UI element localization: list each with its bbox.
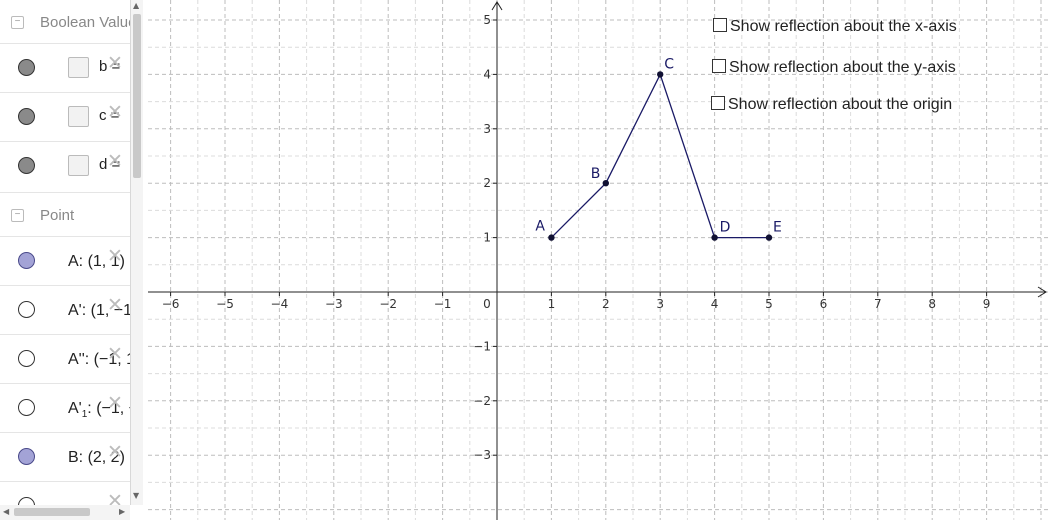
point-B[interactable] (602, 180, 609, 187)
visibility-toggle[interactable] (18, 301, 35, 318)
visibility-toggle[interactable] (18, 252, 35, 269)
scroll-up-icon[interactable]: ▲ (133, 1, 139, 10)
x-tick-label: 2 (602, 297, 610, 311)
point-label-C: C (664, 56, 674, 72)
checkbox-box[interactable] (713, 18, 727, 32)
y-tick-label: 4 (483, 67, 491, 81)
point-label-B: B (591, 166, 601, 182)
group-header-point[interactable]: − Point (0, 192, 130, 239)
list-item[interactable]: b = ✕ (0, 43, 130, 92)
point-D[interactable] (711, 234, 718, 241)
reflect-y-checkbox[interactable]: Show reflection about the y-axis (712, 59, 956, 77)
visibility-toggle[interactable] (18, 157, 35, 174)
x-tick-label: 4 (711, 297, 719, 311)
scroll-down-icon[interactable]: ▼ (133, 491, 139, 500)
y-tick-label: −1 (473, 339, 491, 353)
vertical-scrollbar[interactable]: ▲ ▼ (131, 0, 143, 505)
x-tick-label: 6 (820, 297, 828, 311)
reflect-origin-checkbox[interactable]: Show reflection about the origin (711, 96, 952, 114)
point-label-E: E (773, 220, 782, 236)
x-tick-label: 1 (548, 297, 556, 311)
scroll-right-icon[interactable]: ▶ (119, 507, 125, 516)
list-item[interactable]: ✕ (0, 481, 130, 505)
y-tick-label: 2 (483, 176, 491, 190)
list-item[interactable]: B: (2, 2) ✕ (0, 432, 130, 481)
x-tick-label: −4 (271, 297, 289, 311)
collapse-icon[interactable]: − (11, 209, 24, 222)
x-tick-label: −3 (325, 297, 343, 311)
x-tick-label: −2 (379, 297, 397, 311)
point-label-A: A (535, 219, 545, 235)
x-tick-label: 8 (928, 297, 936, 311)
visibility-toggle[interactable] (18, 497, 35, 505)
collapse-icon[interactable]: − (11, 16, 24, 29)
y-tick-label: −3 (473, 448, 491, 462)
x-tick-label: 3 (656, 297, 664, 311)
scroll-thumb[interactable] (133, 14, 141, 178)
boolean-checkbox[interactable] (68, 57, 89, 78)
visibility-toggle[interactable] (18, 448, 35, 465)
boolean-checkbox[interactable] (68, 106, 89, 127)
close-icon[interactable]: ✕ (107, 103, 123, 122)
x-tick-label: 0 (483, 297, 491, 311)
y-tick-label: 3 (483, 122, 491, 136)
algebra-view: − Boolean Value b = ✕ c = ✕ d = ✕ − Poin… (0, 0, 148, 520)
close-icon[interactable]: ✕ (107, 394, 123, 413)
checkbox-box[interactable] (711, 96, 725, 110)
horizontal-scrollbar[interactable]: ◀ ▶ (0, 505, 130, 520)
coordinate-plane[interactable]: −6 −5 −4 −3 −2 −1 0 1 2 3 4 5 6 7 8 9 5 4 3 2 1 −1 −2 −3 A B C D E (148, 0, 1048, 520)
list-item[interactable]: A': (1, −1) ✕ (0, 285, 130, 334)
reflect-x-checkbox[interactable]: Show reflection about the x-axis (713, 18, 957, 36)
algebra-list: − Boolean Value b = ✕ c = ✕ d = ✕ − Poin… (0, 0, 130, 505)
x-tick-label: −1 (434, 297, 452, 311)
close-icon[interactable]: ✕ (107, 345, 123, 364)
visibility-toggle[interactable] (18, 399, 35, 416)
close-icon[interactable]: ✕ (107, 152, 123, 171)
close-icon[interactable]: ✕ (107, 54, 123, 73)
visibility-toggle[interactable] (18, 350, 35, 367)
close-icon[interactable]: ✕ (107, 492, 123, 506)
x-tick-label: 7 (874, 297, 882, 311)
x-tick-label: −6 (162, 297, 180, 311)
close-icon[interactable]: ✕ (107, 296, 123, 315)
group-title: Point (40, 207, 75, 224)
checkbox-label: Show reflection about the x-axis (730, 18, 957, 35)
boolean-checkbox[interactable] (68, 155, 89, 176)
checkbox-label: Show reflection about the y-axis (729, 59, 956, 76)
x-tick-label: −5 (216, 297, 234, 311)
list-item[interactable]: A'': (−1, 1) ✕ (0, 334, 130, 383)
graphics-view[interactable]: −6 −5 −4 −3 −2 −1 0 1 2 3 4 5 6 7 8 9 5 4 3 2 1 −1 −2 −3 A B C D E S… (148, 0, 1048, 520)
group-header-boolean[interactable]: − Boolean Value (0, 0, 130, 46)
close-icon[interactable]: ✕ (107, 247, 123, 266)
list-item[interactable]: d = ✕ (0, 141, 130, 190)
group-title: Boolean Value (40, 14, 130, 31)
checkbox-box[interactable] (712, 59, 726, 73)
list-item[interactable]: A: (1, 1) ✕ (0, 236, 130, 285)
point-C[interactable] (657, 71, 664, 78)
y-tick-label: −2 (473, 394, 491, 408)
list-item[interactable]: c = ✕ (0, 92, 130, 141)
y-tick-label: 5 (483, 13, 491, 27)
visibility-toggle[interactable] (18, 108, 35, 125)
list-item[interactable]: A'1: (−1, −1) ✕ (0, 383, 130, 432)
checkbox-label: Show reflection about the origin (728, 96, 953, 113)
x-tick-label: 5 (765, 297, 773, 311)
y-tick-label: 1 (483, 231, 491, 245)
close-icon[interactable]: ✕ (107, 443, 123, 462)
scroll-thumb[interactable] (14, 508, 90, 516)
point-label-base: A' (68, 400, 82, 417)
point-E[interactable] (765, 234, 773, 241)
point-label-D: D (720, 220, 731, 236)
scroll-left-icon[interactable]: ◀ (3, 507, 9, 516)
point-A[interactable] (548, 234, 555, 241)
visibility-toggle[interactable] (18, 59, 35, 76)
x-tick-label: 9 (983, 297, 991, 311)
